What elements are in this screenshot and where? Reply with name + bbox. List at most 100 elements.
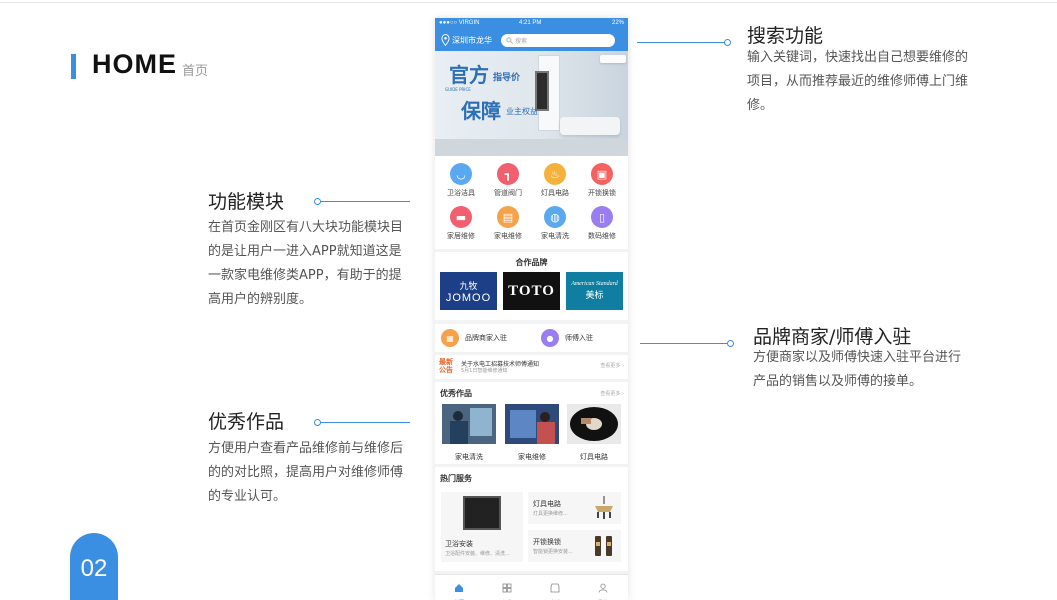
hot-services-section: 热门服务 卫浴安装 卫浴配件安装、维修、清洗... 灯具电路 灯具更换维修...… [435, 467, 628, 571]
entry-annotation-text: 方便商家以及师傅快速入驻平台进行产品的销售以及师傅的接单。 [753, 350, 962, 389]
work-photo-cleaning [442, 404, 496, 444]
tab-category[interactable]: 分类 [492, 578, 522, 600]
merchant-join-button[interactable]: ▦ 品牌商家入驻 [441, 329, 507, 347]
modules-annotation-title: 功能模块 [208, 191, 285, 213]
hot-service-card[interactable]: 灯具电路 灯具更换维修... [528, 492, 621, 524]
tab-profile[interactable]: 我的 [588, 578, 618, 600]
merchant-join-label: 品牌商家入驻 [465, 334, 507, 342]
brand-jomoo[interactable]: 九牧 JOMOO [440, 272, 497, 310]
brand-toto-en: TOTO [508, 282, 555, 299]
hot-small-desc: 智能锁更换安装... [533, 549, 573, 555]
brand-toto[interactable]: TOTO [503, 272, 560, 310]
module-appliance[interactable]: ▤ 家电维修 [484, 206, 532, 241]
work-card[interactable]: 家电清洗 [442, 404, 496, 462]
brand-jomoo-en: JOMOO [445, 291, 492, 304]
grid-icon [502, 583, 512, 593]
hot-big-title: 卫浴安装 [445, 540, 473, 548]
tab-store[interactable]: 商城 [540, 578, 570, 600]
module-label: 灯具电路 [541, 189, 569, 197]
module-label: 家居维修 [447, 232, 475, 240]
worker-join-label: 师傅入驻 [565, 334, 593, 342]
brand-american-standard-en: American Standard [571, 281, 618, 287]
brand-american-standard-cn: 美标 [585, 291, 604, 301]
module-tablet[interactable]: ▯ 数码维修 [578, 206, 626, 241]
search-annotation-text: 输入关键词，快速找出自己想要维修的项目，从而推荐最近的维修师傅上门维修。 [747, 50, 969, 113]
search-connector-dot [724, 39, 731, 46]
works-annotation-text: 方便用户查看产品维修前与维修后的的对比照，提高用户对维修师傅的专业认可。 [208, 441, 404, 504]
work-label: 灯具电路 [580, 453, 608, 461]
banner-headline-1-suffix: 指导价 [493, 73, 521, 83]
banner-headline-2: 保障 [461, 99, 501, 123]
appliance-icon: ▤ [497, 206, 519, 228]
phone-mockup: ●●●○○ VIRGIN 4:21 PM 22% 深圳市龙华 搜索 官方 指导价… [435, 18, 628, 600]
search-annotation-title: 搜索功能 [747, 25, 824, 47]
location-selector[interactable]: 深圳市龙华 [452, 35, 492, 46]
module-label: 管道阀门 [494, 189, 522, 197]
page-title: HOME [92, 49, 177, 79]
carrier-label: ●●●○○ VIRGIN [439, 20, 480, 26]
module-label: 数码维修 [588, 232, 616, 240]
work-card[interactable]: 灯具电路 [567, 404, 621, 462]
module-lock[interactable]: ▣ 开锁换锁 [578, 163, 626, 198]
tablet-icon: ▯ [591, 206, 613, 228]
status-bar: ●●●○○ VIRGIN 4:21 PM 22% [435, 18, 628, 29]
function-module-grid: ◡ 卫浴洁具 ┓ 管道阀门 ♨ 灯具电路 ▣ 开锁换锁 ▬ 家居维修 ▤ 家电维修 ◍ 家电清洗 ▯ 数码维修 [435, 156, 628, 249]
door-lock-icon [595, 536, 612, 556]
banner-headline-1: 官方 [449, 63, 489, 87]
sofa-icon: ▬ [450, 206, 472, 228]
lamp-icon: ♨ [544, 163, 566, 185]
notice-bar[interactable]: 最新公告 关于水电工招募技术师傅通知 5月1日智能维修通知 查看更多 › [435, 355, 628, 379]
work-card[interactable]: 家电维修 [505, 404, 559, 462]
modules-connector-line [320, 201, 410, 202]
notice-tag: 最新公告 [439, 358, 453, 374]
hot-big-desc: 卫浴配件安装、维修、清洗... [445, 551, 510, 557]
module-pipe[interactable]: ┓ 管道阀门 [484, 163, 532, 198]
worker-icon: ● [541, 329, 559, 347]
module-bathtub[interactable]: ◡ 卫浴洁具 [437, 163, 485, 198]
module-lamp[interactable]: ♨ 灯具电路 [531, 163, 579, 198]
module-label: 家电清洗 [541, 232, 569, 240]
modules-annotation-text: 在首页金刚区有八大块功能模块目的是让用户一进入APP就知道这是一款家电维修类AP… [208, 220, 404, 307]
partner-brands-section: 合作品牌 九牧 JOMOO TOTO American Standard 美标 [435, 252, 628, 320]
work-label: 家电清洗 [455, 453, 483, 461]
washer-icon: ◍ [544, 206, 566, 228]
banner-sofa-image [560, 117, 620, 135]
search-connector-line [637, 42, 727, 43]
merchant-entry-section: ▦ 品牌商家入驻 ● 师傅入驻 [435, 324, 628, 352]
top-divider [0, 2, 1057, 3]
bathroom-cabinet-image [463, 496, 501, 530]
module-washer[interactable]: ◍ 家电清洗 [531, 206, 579, 241]
hot-small-title: 灯具电路 [533, 500, 561, 508]
work-label: 家电维修 [518, 453, 546, 461]
featured-works-section: 优秀作品 查看更多 › 家电清洗 家电维修 灯具电路 [435, 382, 628, 464]
search-input[interactable]: 搜索 [501, 34, 615, 47]
module-sofa[interactable]: ▬ 家居维修 [437, 206, 485, 241]
app-header: 深圳市龙华 搜索 [435, 29, 628, 51]
banner-art-frame [535, 71, 549, 111]
location-pin-icon[interactable] [441, 34, 450, 46]
tab-home[interactable]: 首页 [444, 578, 474, 600]
worker-join-button[interactable]: ● 师傅入驻 [541, 329, 593, 347]
works-more-link[interactable]: 查看更多 › [600, 390, 624, 397]
works-section-title: 优秀作品 [440, 389, 472, 398]
page-number: 02 [80, 555, 108, 582]
home-icon [455, 584, 463, 592]
shop-icon: ▦ [441, 329, 459, 347]
hot-service-card[interactable]: 开锁换锁 智能锁更换安装... [528, 530, 621, 562]
module-label: 开锁换锁 [588, 189, 616, 197]
work-photo-repair [505, 404, 559, 444]
banner-headline-2-suffix: 业主权益 [506, 107, 538, 116]
banner-pagination[interactable] [523, 149, 541, 156]
user-icon [598, 583, 608, 593]
chandelier-icon [595, 496, 613, 519]
brands-section-title: 合作品牌 [515, 258, 548, 267]
promo-banner[interactable]: 官方 指导价 GUIDE PRICE 保障 业主权益 [435, 51, 628, 156]
hot-service-card-large[interactable]: 卫浴安装 卫浴配件安装、维修、清洗... [441, 492, 523, 562]
hot-small-desc: 灯具更换维修... [533, 511, 568, 517]
work-photo-lighting [567, 404, 621, 444]
brand-american-standard[interactable]: American Standard 美标 [566, 272, 623, 310]
works-annotation-title: 优秀作品 [208, 411, 285, 433]
bathtub-icon: ◡ [450, 163, 472, 185]
title-accent-bar [71, 54, 76, 79]
notice-more-link[interactable]: 查看更多 › [600, 362, 624, 369]
